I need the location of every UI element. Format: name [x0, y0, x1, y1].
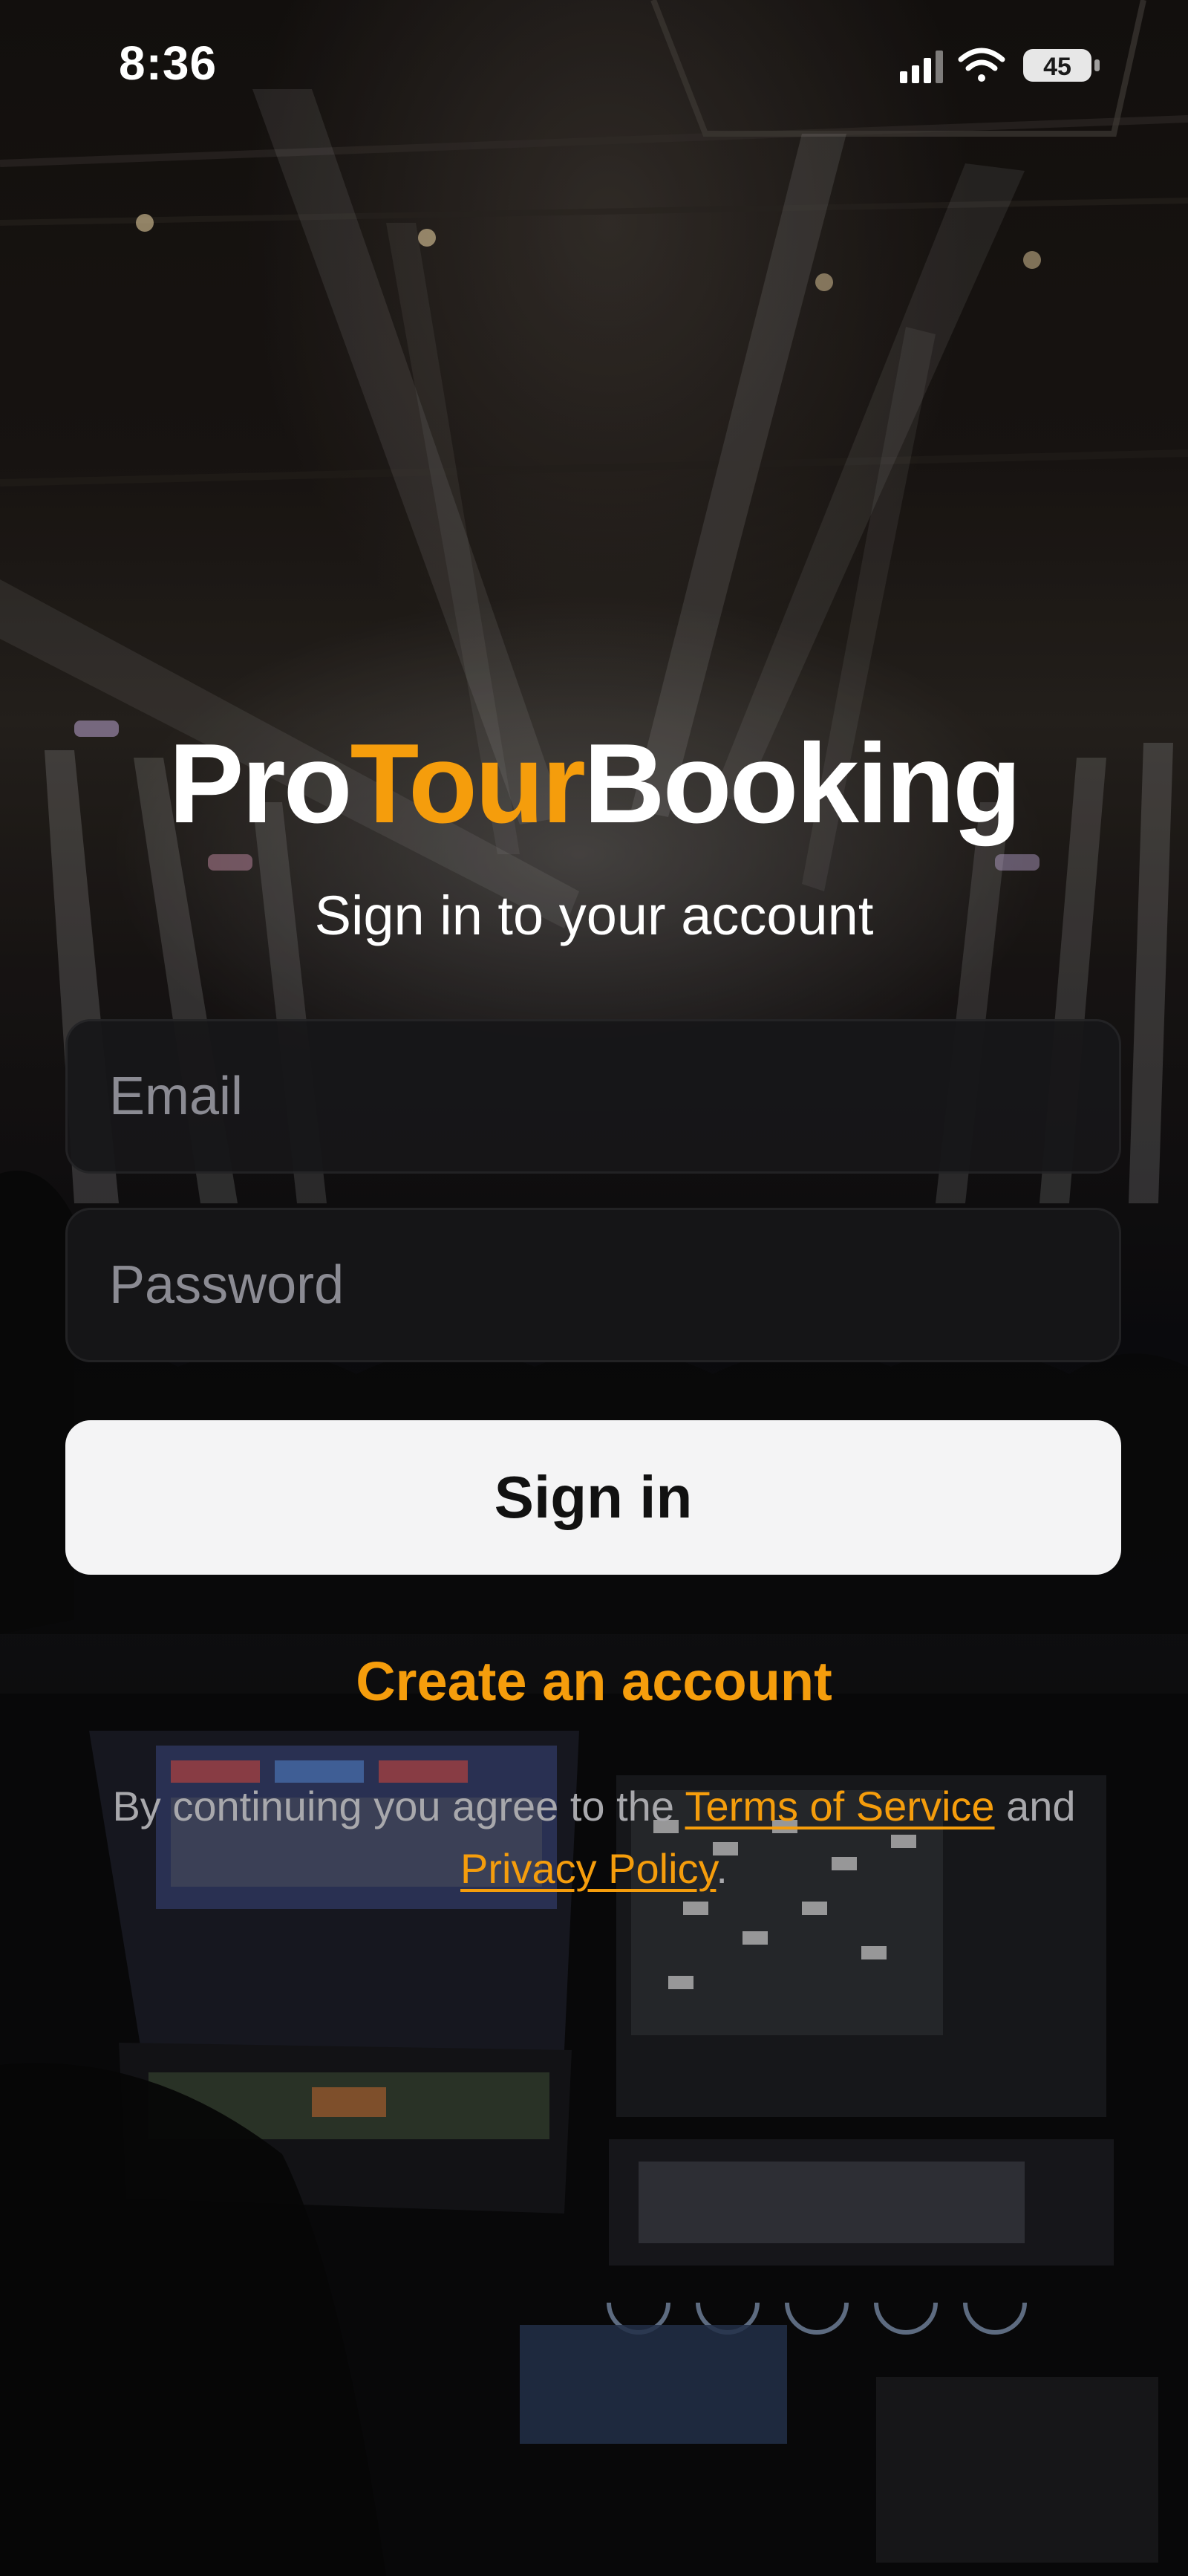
status-icons: 45 — [900, 48, 1100, 83]
wifi-icon — [958, 48, 1005, 82]
sign-in-button[interactable]: Sign in — [65, 1420, 1121, 1575]
battery-icon: 45 — [1023, 49, 1100, 82]
page-subtitle: Sign in to your account — [314, 885, 874, 946]
privacy-policy-link[interactable]: Privacy Policy — [460, 1845, 716, 1892]
status-bar: 8:36 45 — [0, 0, 1188, 134]
status-time: 8:36 — [119, 36, 218, 90]
legal-prefix: By continuing you agree to the — [112, 1783, 685, 1829]
cellular-signal-icon — [900, 51, 943, 83]
legal-suffix: . — [716, 1845, 728, 1892]
logo-part-tour: Tour — [350, 721, 586, 847]
app-logo-wordmark: ProTourBooking — [0, 713, 1188, 854]
sign-in-screen: 8:36 45 ProTourBooking Sign in to your a… — [0, 0, 1188, 2576]
create-account-link[interactable]: Create an account — [0, 1645, 1188, 1719]
password-field[interactable] — [65, 1208, 1121, 1362]
email-field[interactable] — [65, 1019, 1121, 1174]
terms-of-service-link[interactable]: Terms of Service — [685, 1783, 995, 1829]
logo-part-booking: Booking — [583, 721, 1022, 847]
battery-level: 45 — [1043, 53, 1071, 81]
logo-part-pro: Pro — [169, 721, 352, 847]
legal-notice: By continuing you agree to the Terms of … — [59, 1775, 1129, 1900]
legal-middle: and — [994, 1783, 1076, 1829]
